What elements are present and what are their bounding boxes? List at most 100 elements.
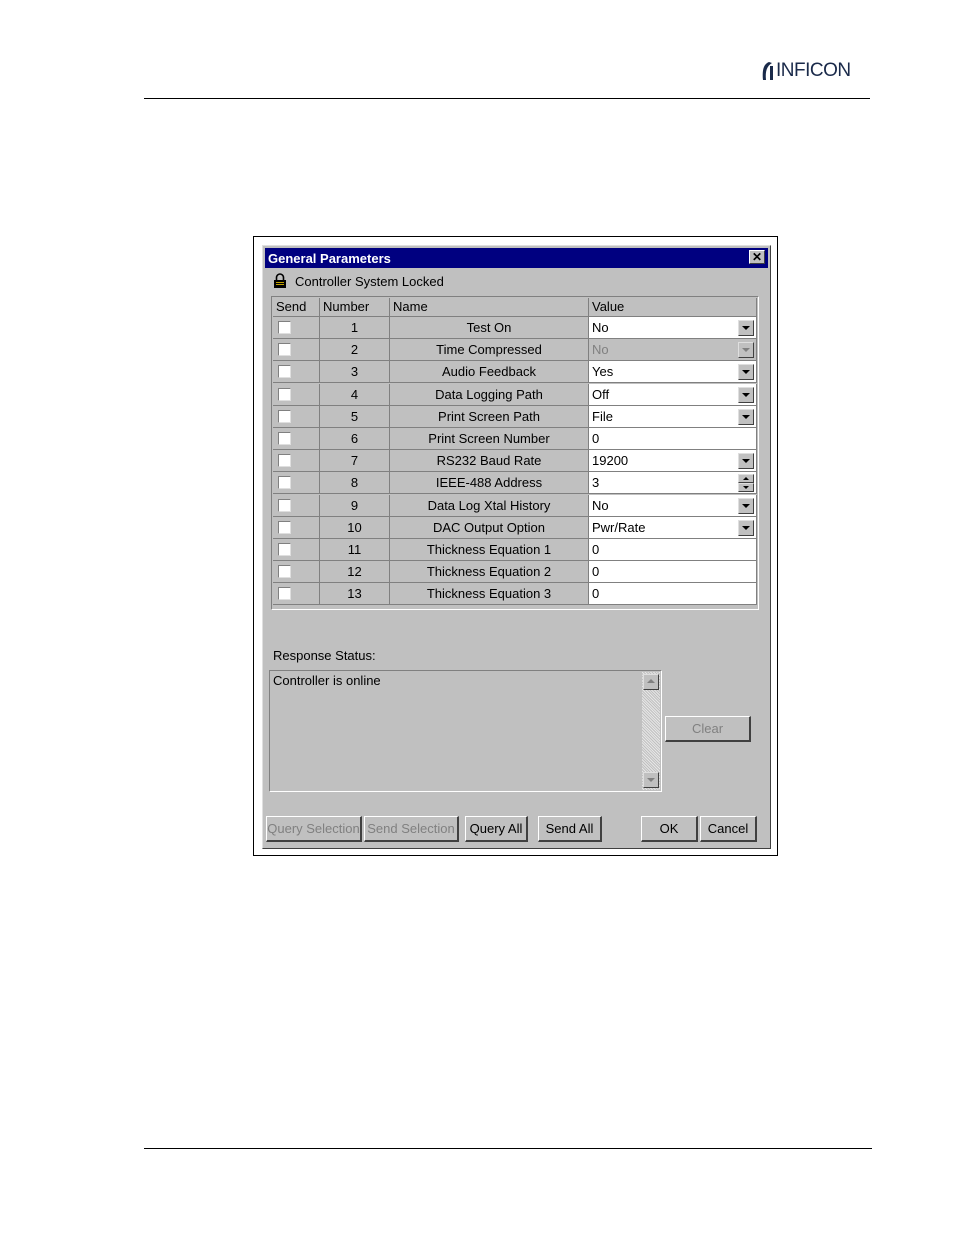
send-cell — [273, 450, 320, 473]
header-rule — [144, 98, 870, 99]
number-cell: 1 — [320, 317, 390, 339]
response-status-label: Response Status: — [273, 648, 376, 663]
response-status-text: Controller is online — [273, 673, 381, 688]
name-cell: Data Log Xtal History — [390, 494, 589, 517]
value-text: Pwr/Rate — [592, 519, 646, 535]
send-cell — [273, 516, 320, 539]
column-header-send[interactable]: Send — [273, 298, 320, 317]
name-cell: Test On — [390, 317, 589, 339]
send-checkbox[interactable] — [278, 543, 291, 556]
value-field[interactable]: 3 — [589, 472, 757, 495]
send-cell — [273, 561, 320, 584]
column-header-number[interactable]: Number — [320, 298, 390, 317]
send-checkbox[interactable] — [278, 476, 291, 490]
value-text: No — [592, 320, 609, 335]
scroll-down-arrow-icon[interactable] — [643, 772, 659, 788]
send-checkbox[interactable] — [278, 498, 291, 512]
ok-button[interactable]: OK — [641, 816, 698, 842]
logo-text: INFICON — [776, 60, 851, 81]
spin-up-icon[interactable] — [738, 474, 754, 484]
title-bar[interactable]: General Parameters ✕ — [265, 248, 768, 268]
name-cell: DAC Output Option — [390, 516, 589, 539]
dropdown-arrow-icon[interactable] — [738, 386, 754, 403]
response-status-box[interactable]: Controller is online — [269, 670, 662, 792]
name-cell: Print Screen Number — [390, 428, 589, 450]
name-cell: Audio Feedback — [390, 361, 589, 384]
value-field[interactable]: 0 — [589, 428, 757, 450]
dropdown-arrow-icon[interactable] — [738, 320, 754, 336]
value-field[interactable]: File — [589, 405, 757, 428]
send-checkbox[interactable] — [278, 520, 291, 534]
value-field[interactable]: 19200 — [589, 450, 757, 473]
send-cell — [273, 361, 320, 384]
name-cell: Thickness Equation 2 — [390, 561, 589, 584]
send-checkbox[interactable] — [278, 387, 291, 401]
send-cell — [273, 472, 320, 495]
value-text: 0 — [592, 564, 600, 580]
send-checkbox[interactable] — [278, 365, 291, 379]
send-checkbox[interactable] — [278, 321, 291, 334]
dropdown-arrow-icon[interactable] — [738, 497, 754, 514]
close-button[interactable]: ✕ — [749, 250, 765, 264]
value-field[interactable]: Pwr/Rate — [589, 516, 757, 539]
number-cell: 5 — [320, 405, 390, 428]
name-cell: Thickness Equation 3 — [390, 583, 589, 606]
send-cell — [273, 539, 320, 561]
send-cell — [273, 583, 320, 606]
dropdown-arrow-icon[interactable] — [738, 453, 754, 470]
dropdown-arrow-icon[interactable] — [738, 364, 754, 381]
number-cell: 10 — [320, 516, 390, 539]
send-checkbox[interactable] — [278, 432, 291, 445]
spinner-control[interactable] — [738, 474, 754, 493]
query-selection-button[interactable]: Query Selection — [266, 816, 362, 842]
screenshot-frame: General Parameters ✕ Controller System L… — [253, 236, 778, 856]
number-cell: 12 — [320, 561, 390, 584]
value-field[interactable]: No — [589, 494, 757, 517]
send-cell — [273, 428, 320, 450]
value-text: Off — [592, 386, 610, 402]
send-checkbox[interactable] — [278, 587, 291, 601]
name-cell: IEEE-488 Address — [390, 472, 589, 495]
value-field[interactable]: No — [589, 339, 757, 362]
send-selection-button[interactable]: Send Selection — [364, 816, 459, 842]
column-header-value[interactable]: Value — [589, 298, 757, 317]
scroll-up-arrow-icon[interactable] — [643, 674, 659, 690]
value-field[interactable]: Yes — [589, 361, 757, 384]
value-field[interactable]: No — [589, 317, 757, 339]
send-all-button[interactable]: Send All — [538, 816, 602, 842]
number-cell: 6 — [320, 428, 390, 450]
value-field[interactable]: 0 — [589, 561, 757, 584]
column-header-name[interactable]: Name — [390, 298, 589, 317]
send-cell — [273, 317, 320, 339]
name-cell: Print Screen Path — [390, 405, 589, 428]
value-text: No — [592, 497, 609, 513]
value-text: No — [592, 342, 609, 358]
value-field[interactable]: 0 — [589, 583, 757, 606]
number-cell: 7 — [320, 450, 390, 473]
send-checkbox[interactable] — [278, 343, 291, 357]
send-cell — [273, 494, 320, 517]
value-text: File — [592, 408, 613, 424]
clear-button[interactable]: Clear — [665, 716, 751, 742]
response-scrollbar[interactable] — [642, 672, 660, 790]
number-cell: 4 — [320, 383, 390, 406]
query-all-button[interactable]: Query All — [465, 816, 528, 842]
dropdown-arrow-icon[interactable] — [738, 342, 754, 359]
send-checkbox[interactable] — [278, 454, 291, 468]
dropdown-arrow-icon[interactable] — [738, 519, 754, 536]
dropdown-arrow-icon[interactable] — [738, 408, 754, 425]
parameter-grid: Send Number Name Value 1 Test On No 2 Time C… — [271, 296, 759, 610]
cancel-button[interactable]: Cancel — [700, 816, 757, 842]
spin-down-icon[interactable] — [738, 483, 754, 493]
inficon-logo: INFICON — [760, 58, 851, 84]
value-text: 3 — [592, 475, 600, 491]
send-checkbox[interactable] — [278, 565, 291, 579]
value-text: Yes — [592, 364, 614, 380]
number-cell: 9 — [320, 494, 390, 517]
send-checkbox[interactable] — [278, 409, 291, 423]
value-field[interactable]: 0 — [589, 539, 757, 561]
inficon-logo-icon — [760, 60, 774, 82]
name-cell: Data Logging Path — [390, 383, 589, 406]
value-field[interactable]: Off — [589, 383, 757, 406]
send-cell — [273, 405, 320, 428]
